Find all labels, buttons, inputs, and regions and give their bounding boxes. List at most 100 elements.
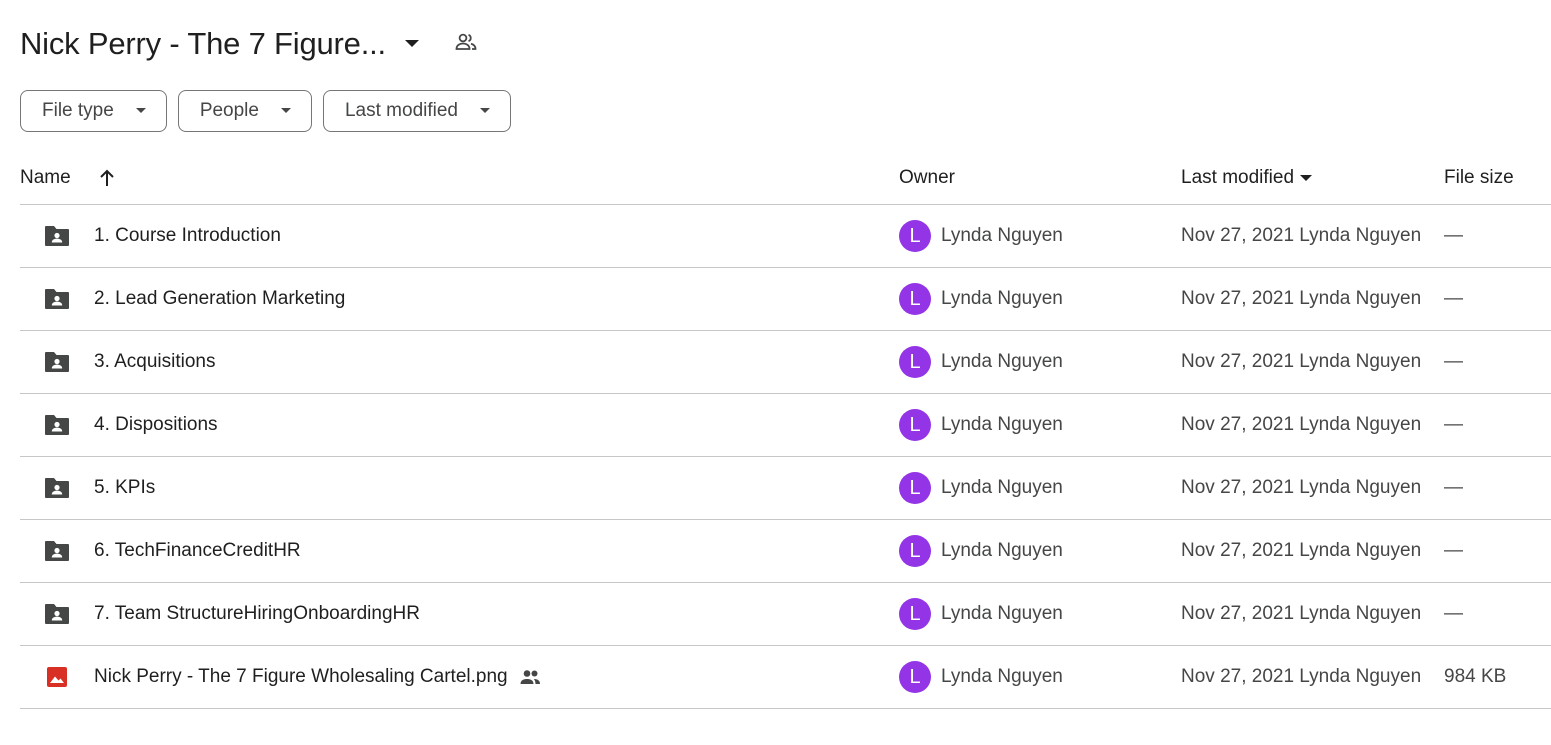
owner-name: Lynda Nguyen (941, 225, 1063, 246)
name-cell: 2. Lead Generation Marketing (20, 285, 899, 313)
folder-header: Nick Perry - The 7 Figure... (20, 22, 484, 66)
name-cell: 3. Acquisitions (20, 348, 899, 376)
last-modified-cell: Nov 27, 2021 Lynda Nguyen (1181, 288, 1422, 309)
file-list: Name Owner Last modified File size 1. Co… (20, 152, 1551, 709)
owner-cell: L Lynda Nguyen (899, 661, 1181, 693)
shared-people-button[interactable] (448, 26, 484, 62)
shared-folder-icon (43, 537, 71, 565)
people-icon (454, 30, 478, 59)
owner-name: Lynda Nguyen (941, 414, 1063, 435)
column-label: File size (1444, 167, 1514, 188)
table-row[interactable]: 1. Course Introduction L Lynda Nguyen No… (20, 205, 1551, 268)
avatar: L (899, 346, 931, 378)
filter-label: People (199, 100, 259, 121)
last-modified-cell: Nov 27, 2021 Lynda Nguyen (1181, 666, 1422, 687)
file-size-cell: 984 KB (1444, 666, 1507, 687)
shared-folder-icon (43, 285, 71, 313)
file-name: 7. Team StructureHiringOnboardingHR (94, 603, 420, 624)
shared-folder-icon (43, 474, 71, 502)
file-name: 2. Lead Generation Marketing (94, 288, 346, 309)
column-label: Last modified (1181, 167, 1295, 188)
last-modified-cell: Nov 27, 2021 Lynda Nguyen (1181, 351, 1422, 372)
table-row[interactable]: 4. Dispositions L Lynda Nguyen Nov 27, 2… (20, 394, 1551, 457)
last-modified-cell: Nov 27, 2021 Lynda Nguyen (1181, 414, 1422, 435)
column-label: Owner (899, 167, 955, 188)
shared-folder-icon (43, 348, 71, 376)
file-size-cell: — (1444, 540, 1463, 561)
shared-folder-icon (43, 600, 71, 628)
owner-cell: L Lynda Nguyen (899, 472, 1181, 504)
last-modified-cell: Nov 27, 2021 Lynda Nguyen (1181, 603, 1422, 624)
file-size-cell: — (1444, 225, 1463, 246)
name-cell: 7. Team StructureHiringOnboardingHR (20, 600, 899, 628)
folder-title: Nick Perry - The 7 Figure... (20, 26, 386, 61)
avatar: L (899, 472, 931, 504)
owner-name: Lynda Nguyen (941, 666, 1063, 687)
folder-title-button[interactable]: Nick Perry - The 7 Figure... (20, 26, 424, 62)
file-name: 1. Course Introduction (94, 225, 281, 246)
caret-down-icon (1300, 174, 1313, 182)
file-size-cell: — (1444, 603, 1463, 624)
name-cell: 5. KPIs (20, 474, 899, 502)
filter-label: File type (42, 100, 114, 121)
avatar: L (899, 598, 931, 630)
avatar: L (899, 661, 931, 693)
owner-name: Lynda Nguyen (941, 477, 1063, 498)
caret-down-icon (280, 108, 291, 114)
last-modified-cell: Nov 27, 2021 Lynda Nguyen (1181, 540, 1422, 561)
name-cell: 1. Course Introduction (20, 222, 899, 250)
last-modified-cell: Nov 27, 2021 Lynda Nguyen (1181, 225, 1422, 246)
owner-name: Lynda Nguyen (941, 540, 1063, 561)
people-filter[interactable]: People (177, 90, 312, 132)
file-size-cell: — (1444, 351, 1463, 372)
owner-cell: L Lynda Nguyen (899, 346, 1181, 378)
name-cell: 6. TechFinanceCreditHR (20, 537, 899, 565)
file-name: Nick Perry - The 7 Figure Wholesaling Ca… (94, 666, 508, 687)
owner-name: Lynda Nguyen (941, 351, 1063, 372)
avatar: L (899, 535, 931, 567)
owner-column-header: Owner (899, 167, 1181, 189)
table-row[interactable]: 5. KPIs L Lynda Nguyen Nov 27, 2021 Lynd… (20, 457, 1551, 520)
owner-cell: L Lynda Nguyen (899, 409, 1181, 441)
image-file-icon (43, 663, 71, 691)
owner-cell: L Lynda Nguyen (899, 535, 1181, 567)
file-name: 6. TechFinanceCreditHR (94, 540, 301, 561)
file-size-cell: — (1444, 414, 1463, 435)
table-row[interactable]: 6. TechFinanceCreditHR L Lynda Nguyen No… (20, 520, 1551, 583)
arrow-up-icon[interactable] (99, 169, 115, 187)
table-header: Name Owner Last modified File size (20, 152, 1551, 205)
file-size-cell: — (1444, 477, 1463, 498)
table-row[interactable]: 3. Acquisitions L Lynda Nguyen Nov 27, 2… (20, 331, 1551, 394)
owner-cell: L Lynda Nguyen (899, 220, 1181, 252)
name-cell: Nick Perry - The 7 Figure Wholesaling Ca… (20, 663, 899, 691)
file-name: 5. KPIs (94, 477, 156, 498)
avatar: L (899, 283, 931, 315)
last-modified-column-header[interactable]: Last modified (1181, 167, 1444, 189)
shared-folder-icon (43, 222, 71, 250)
name-column-header[interactable]: Name (20, 167, 899, 189)
filter-bar: File type People Last modified (20, 90, 511, 132)
avatar: L (899, 220, 931, 252)
last-modified-filter[interactable]: Last modified (322, 90, 511, 132)
owner-cell: L Lynda Nguyen (899, 598, 1181, 630)
table-body: 1. Course Introduction L Lynda Nguyen No… (20, 205, 1551, 709)
caret-down-icon (135, 108, 146, 114)
file-size-cell: — (1444, 288, 1463, 309)
owner-name: Lynda Nguyen (941, 288, 1063, 309)
drive-folder-view: Nick Perry - The 7 Figure... File type P… (0, 0, 1551, 745)
filter-label: Last modified (344, 100, 458, 121)
file-size-column-header: File size (1444, 167, 1551, 189)
caret-down-icon (480, 108, 490, 114)
name-cell: 4. Dispositions (20, 411, 899, 439)
owner-cell: L Lynda Nguyen (899, 283, 1181, 315)
owner-name: Lynda Nguyen (941, 603, 1063, 624)
shared-icon (519, 669, 541, 685)
table-row[interactable]: Nick Perry - The 7 Figure Wholesaling Ca… (20, 646, 1551, 709)
shared-folder-icon (43, 411, 71, 439)
table-row[interactable]: 7. Team StructureHiringOnboardingHR L Ly… (20, 583, 1551, 646)
file-name: 3. Acquisitions (94, 351, 216, 372)
column-label: Name (20, 167, 71, 188)
file-name: 4. Dispositions (94, 414, 218, 435)
file-type-filter[interactable]: File type (20, 90, 167, 132)
table-row[interactable]: 2. Lead Generation Marketing L Lynda Ngu… (20, 268, 1551, 331)
